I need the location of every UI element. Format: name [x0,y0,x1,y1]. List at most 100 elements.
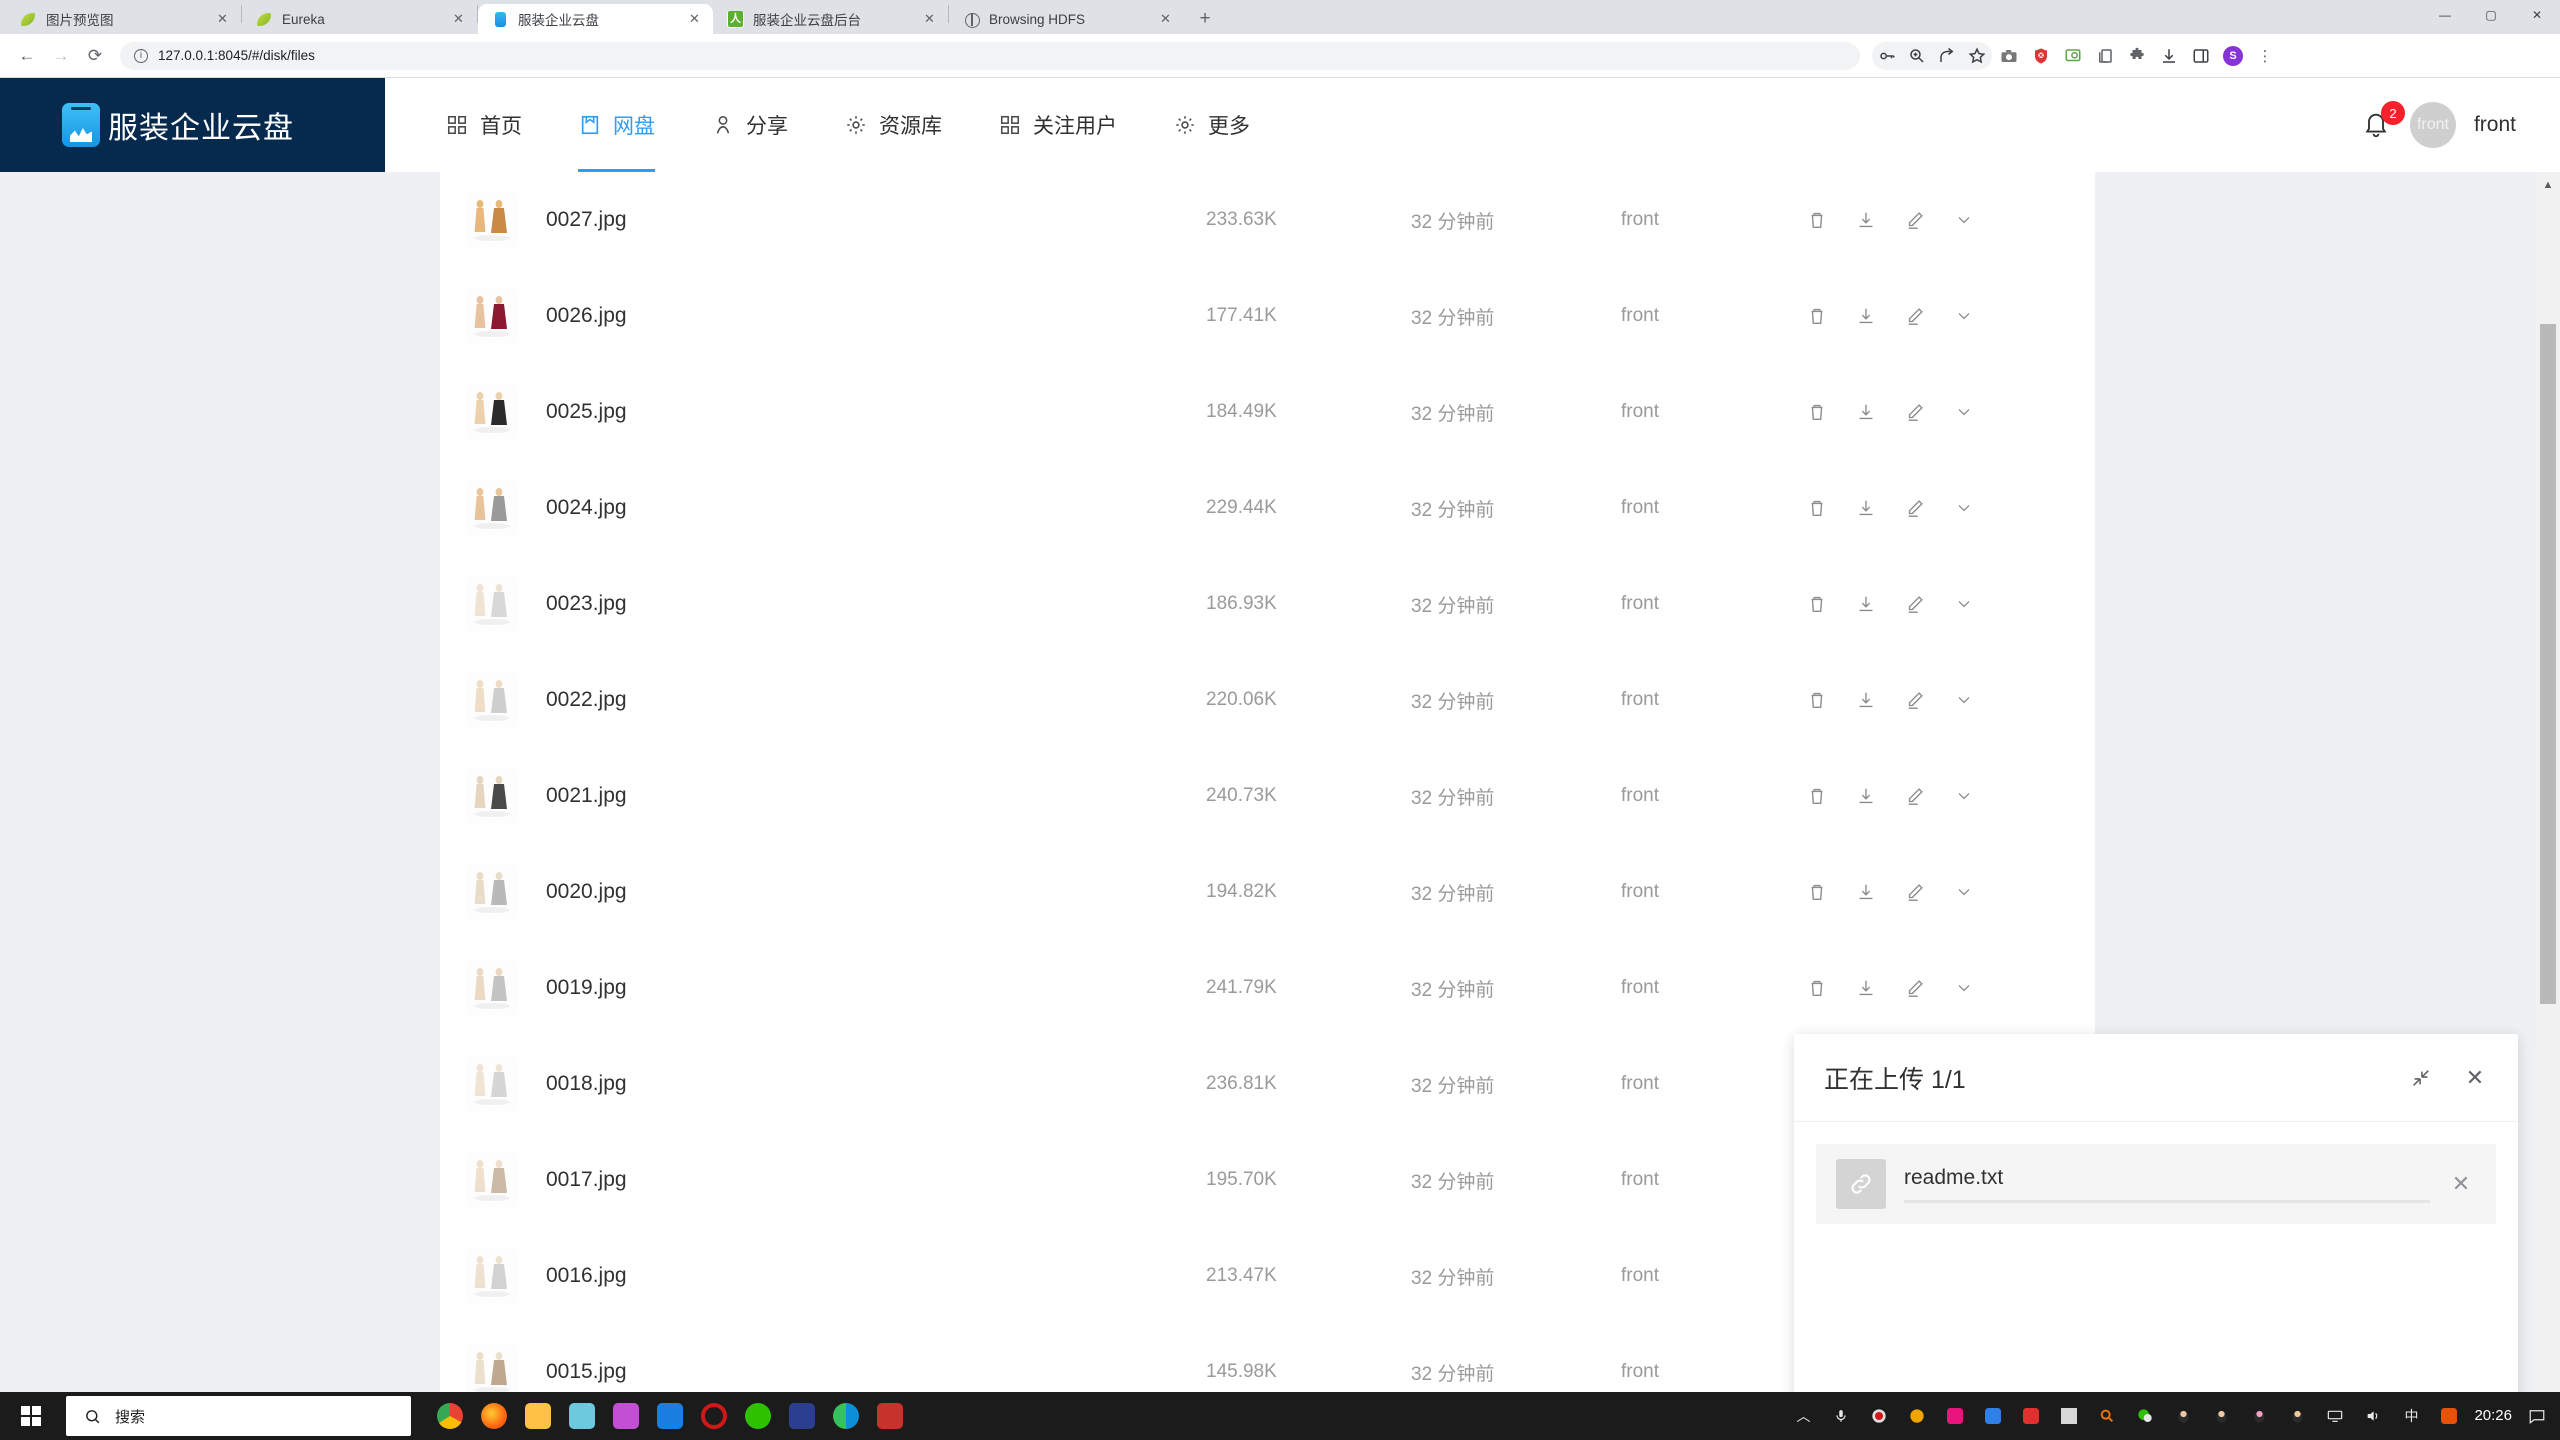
forward-button[interactable]: → [46,41,76,71]
nav-item-followed-users[interactable]: 关注用户 [970,78,1145,172]
file-row[interactable]: 0023.jpg 186.93K 32 分钟前 front [440,556,2095,652]
scroll-up-arrow[interactable]: ▲ [2536,174,2560,196]
file-thumbnail[interactable] [466,481,518,535]
browser-menu-icon[interactable]: ⋮ [2250,41,2280,71]
qq-icon[interactable] [2170,1403,2196,1429]
edit-icon[interactable] [1904,497,1926,519]
file-row[interactable]: 0022.jpg 220.06K 32 分钟前 front [440,652,2095,748]
download-icon[interactable] [1855,593,1877,615]
wps-icon[interactable] [869,1395,911,1437]
file-row[interactable]: 0026.jpg 177.41K 32 分钟前 front [440,268,2095,364]
page-scrollbar[interactable]: ▲ [2536,172,2560,1422]
file-thumbnail[interactable] [466,385,518,439]
download-icon[interactable] [1855,497,1877,519]
file-thumbnail[interactable] [466,289,518,343]
chevron-down-icon[interactable] [1953,305,1975,327]
delete-icon[interactable] [1806,401,1828,423]
browser-tab-3-active[interactable]: 服装企业云盘 ✕ [478,4,713,34]
edge-icon[interactable] [825,1395,867,1437]
nav-item-more[interactable]: 更多 [1145,78,1278,172]
message-icon[interactable] [2524,1403,2550,1429]
chevron-down-icon[interactable] [1953,401,1975,423]
address-bar[interactable]: i 127.0.0.1:8045/#/disk/files [120,41,1860,70]
file-row[interactable]: 0019.jpg 241.79K 32 分钟前 front [440,940,2095,1036]
delete-icon[interactable] [1806,689,1828,711]
edit-icon[interactable] [1904,785,1926,807]
explorer-icon[interactable] [517,1395,559,1437]
browser-tab-5[interactable]: Browsing HDFS ✕ [949,4,1184,34]
edit-icon[interactable] [1904,689,1926,711]
chevron-down-icon[interactable] [1953,209,1975,231]
g-icon[interactable] [1904,1403,1930,1429]
edit-icon[interactable] [1904,593,1926,615]
mic-icon[interactable] [1828,1403,1854,1429]
username[interactable]: front [2474,113,2516,137]
camera-icon[interactable] [1994,41,2024,71]
site-info-icon[interactable]: i [134,48,148,63]
window-close-button[interactable]: ✕ [2514,0,2560,30]
scrollbar-thumb[interactable] [2540,324,2556,1004]
chevron-down-icon[interactable] [1953,593,1975,615]
search-orange-icon[interactable] [2094,1403,2120,1429]
file-row[interactable]: 0021.jpg 240.73K 32 分钟前 front [440,748,2095,844]
taskbar-clock[interactable]: 20:26 [2474,1407,2512,1425]
notifications-button[interactable]: 2 [2362,101,2405,140]
chevron-down-icon[interactable] [1953,977,1975,999]
edit-icon[interactable] [1904,305,1926,327]
copy-icon[interactable] [2090,41,2120,71]
reload-button[interactable]: ⟳ [80,41,110,71]
barcode-icon[interactable] [2056,1403,2082,1429]
delete-icon[interactable] [1806,881,1828,903]
file-thumbnail[interactable] [466,865,518,919]
chevron-down-icon[interactable] [1953,881,1975,903]
file-row[interactable]: 0027.jpg 233.63K 32 分钟前 front [440,172,2095,268]
download-icon[interactable] [1855,881,1877,903]
chevron-up-icon[interactable]: ︿ [1790,1403,1816,1429]
close-icon[interactable]: ✕ [1157,11,1174,28]
shield-icon[interactable] [2026,41,2056,71]
qq-icon[interactable] [2246,1403,2272,1429]
download-icon[interactable] [1855,209,1877,231]
chrome-icon[interactable] [429,1395,471,1437]
download-icon[interactable] [2154,41,2184,71]
close-icon[interactable]: ✕ [214,11,231,28]
file-thumbnail[interactable] [466,1153,518,1207]
file-thumbnail[interactable] [466,961,518,1015]
new-tab-button[interactable]: + [1190,5,1220,33]
download-icon[interactable] [1855,401,1877,423]
app-purple-icon[interactable] [605,1395,647,1437]
firefox-icon[interactable] [473,1395,515,1437]
download-icon[interactable] [1855,785,1877,807]
wechat-icon[interactable] [2132,1403,2158,1429]
pink-icon[interactable] [1942,1403,1968,1429]
delete-icon[interactable] [1806,593,1828,615]
zoom-icon[interactable] [1902,41,1932,71]
browser-tab-2[interactable]: Eureka ✕ [242,4,477,34]
download-icon[interactable] [1855,305,1877,327]
star-icon[interactable] [1962,41,1992,71]
nav-item-resource[interactable]: 资源库 [816,78,970,172]
file-thumbnail[interactable] [466,1057,518,1111]
delete-icon[interactable] [1806,497,1828,519]
app-blue-icon[interactable] [561,1395,603,1437]
close-icon[interactable]: ✕ [686,11,703,28]
browser-tab-4[interactable]: 服装企业云盘后台 ✕ [713,4,948,34]
minimize-icon[interactable] [2408,1065,2434,1091]
share-icon[interactable] [1932,41,1962,71]
profile-avatar[interactable]: S [2218,41,2248,71]
maximize-button[interactable]: ▢ [2468,0,2514,30]
capture-icon[interactable] [2058,41,2088,71]
network-icon[interactable] [2322,1403,2348,1429]
chevron-down-icon[interactable] [1953,689,1975,711]
file-thumbnail[interactable] [466,1249,518,1303]
idea-icon[interactable] [781,1395,823,1437]
taskbar-search[interactable]: 搜索 [66,1396,411,1436]
record-icon[interactable] [693,1395,735,1437]
delete-icon[interactable] [1806,305,1828,327]
file-thumbnail[interactable] [466,1345,518,1399]
file-thumbnail[interactable] [466,769,518,823]
nav-item-share[interactable]: 分享 [683,78,816,172]
close-icon[interactable]: ✕ [2462,1065,2488,1091]
qq-icon[interactable] [2284,1403,2310,1429]
edit-icon[interactable] [1904,881,1926,903]
